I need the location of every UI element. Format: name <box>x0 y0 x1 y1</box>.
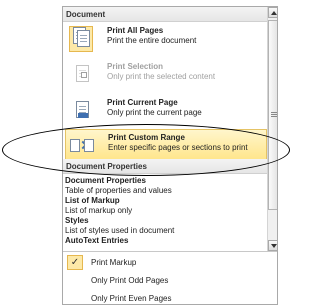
option-print-all-pages[interactable]: Print All Pages Print the entire documen… <box>65 23 267 55</box>
print-what-dropdown: Document Print All Pages Print the entir… <box>62 6 278 305</box>
option-document-properties-desc: Table of properties and values <box>65 186 172 195</box>
scroll-thumb[interactable] <box>268 20 277 210</box>
option-description: Only print the current page <box>107 108 202 117</box>
vertical-scrollbar[interactable] <box>267 7 277 251</box>
option-title: Print Current Page <box>107 98 178 107</box>
range-end-page <box>84 139 94 152</box>
checkmark-icon: ✓ <box>67 255 83 270</box>
option-description: Enter specific pages or sections to prin… <box>108 143 248 152</box>
menu-item-label: Only Print Odd Pages <box>91 276 169 285</box>
option-print-current-page[interactable]: Print Current Page Only print the curren… <box>65 95 267 127</box>
section-header-document-properties: Document Properties <box>63 159 267 174</box>
arrow-down-icon <box>271 244 277 248</box>
option-styles-desc: List of styles used in document <box>65 226 175 235</box>
option-title: Print Custom Range <box>108 133 185 142</box>
scroll-up-button[interactable] <box>268 7 277 18</box>
scroll-down-button[interactable] <box>268 240 277 251</box>
option-document-properties-title[interactable]: Document Properties <box>65 176 146 185</box>
page-front-shape <box>77 30 90 47</box>
option-list-of-markup-title[interactable]: List of Markup <box>65 196 120 205</box>
option-styles-title[interactable]: Styles <box>65 216 89 225</box>
current-page-mark <box>78 113 88 118</box>
options-panel: Document Print All Pages Print the entir… <box>63 7 267 247</box>
option-print-selection[interactable]: Print Selection Only print the selected … <box>65 59 267 91</box>
menu-item-only-print-odd-pages[interactable]: Only Print Odd Pages <box>63 272 277 289</box>
menu-item-label: Print Markup <box>91 258 137 267</box>
option-print-custom-range[interactable]: Print Custom Range Enter specific pages … <box>65 129 267 161</box>
option-title: Print Selection <box>107 62 164 71</box>
grip-icon <box>271 112 277 113</box>
section-header-document: Document <box>63 7 267 22</box>
print-selection-icon <box>69 62 93 88</box>
option-autotext-entries-title[interactable]: AutoText Entries <box>65 236 128 245</box>
option-description: Only print the selected content <box>107 72 216 81</box>
print-current-page-icon <box>69 98 93 124</box>
menu-item-print-markup[interactable]: ✓ Print Markup <box>63 254 277 271</box>
print-all-pages-icon <box>69 26 93 52</box>
print-custom-range-icon <box>70 133 94 159</box>
menu-item-label: Only Print Even Pages <box>91 294 172 303</box>
menu-item-only-print-even-pages[interactable]: Only Print Even Pages <box>63 290 277 304</box>
option-list-of-markup-desc: List of markup only <box>65 206 133 215</box>
option-description: Print the entire document <box>107 36 197 45</box>
option-title: Print All Pages <box>107 26 164 35</box>
selection-mark <box>81 72 87 78</box>
arrow-up-icon <box>271 11 277 15</box>
print-options-menu: ✓ Print Markup Only Print Odd Pages Only… <box>63 251 277 304</box>
